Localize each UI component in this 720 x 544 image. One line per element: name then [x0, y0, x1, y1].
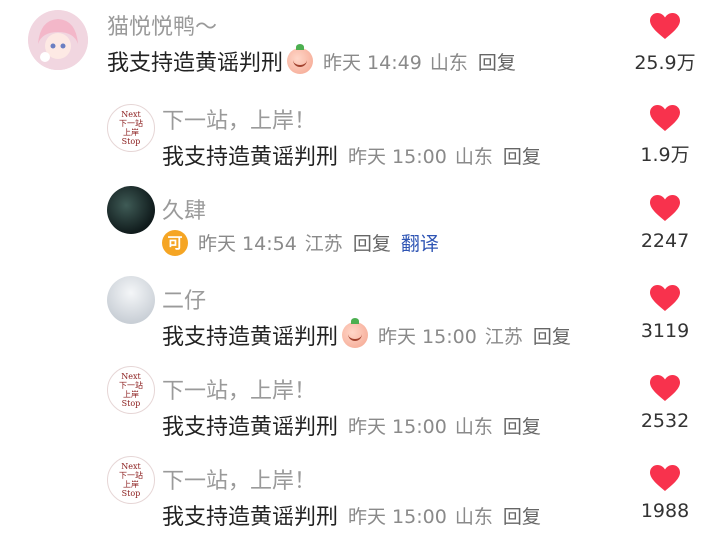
- comment-item: 二仔 我支持造黄谣判刑 昨天 15:00 江苏 回复 3119: [0, 270, 720, 360]
- comment-location: 山东: [429, 51, 468, 74]
- comment-location: 山东: [454, 505, 493, 528]
- like-button[interactable]: 3119: [610, 282, 720, 352]
- comment-text: 我支持造黄谣判刑: [162, 325, 339, 350]
- heart-icon: [650, 13, 680, 39]
- station-logo: Next 下一站 上岸 Stop: [119, 110, 143, 146]
- comment-text: 我支持造黄谣判刑: [162, 505, 339, 530]
- like-count: 1.9万: [640, 144, 690, 166]
- like-count: 1988: [640, 500, 690, 522]
- reply-button[interactable]: 回复: [353, 229, 391, 256]
- username[interactable]: 下一站，上岸！: [162, 373, 316, 405]
- station-logo: Next 下一站 上岸 Stop: [119, 372, 143, 408]
- comment-line: 我支持造黄谣判刑 昨天 15:00 山东 回复: [162, 409, 541, 441]
- comment-time: 昨天 15:00: [348, 145, 447, 168]
- heart-icon: [650, 375, 680, 401]
- comment-location: 山东: [454, 415, 493, 438]
- comment-time: 昨天 14:49: [323, 51, 422, 74]
- heart-icon: [650, 105, 680, 131]
- anime-girl-avatar-icon: [28, 10, 88, 70]
- comment-line: 可 昨天 14:54 江苏 回复 翻译: [162, 229, 439, 256]
- comment-line: 我支持造黄谣判刑 昨天 15:00 江苏 回复: [162, 318, 571, 351]
- like-button[interactable]: 25.9万: [610, 10, 720, 80]
- comment-item: 久肆 可 昨天 14:54 江苏 回复 翻译 2247: [0, 180, 720, 270]
- comment-text: 我支持造黄谣判刑: [162, 145, 339, 170]
- like-button[interactable]: 1.9万: [610, 102, 720, 172]
- heart-icon: [650, 195, 680, 221]
- comment-time: 昨天 15:00: [348, 415, 447, 438]
- username[interactable]: 久肆: [162, 193, 206, 225]
- like-count: 2532: [640, 410, 690, 432]
- comment-text: 我支持造黄谣判刑: [162, 415, 339, 440]
- like-count: 25.9万: [634, 52, 696, 74]
- reply-button[interactable]: 回复: [503, 142, 541, 169]
- station-logo: Next 下一站 上岸 Stop: [119, 462, 143, 498]
- username[interactable]: 下一站，上岸！: [162, 103, 316, 135]
- like-button[interactable]: 2532: [610, 372, 720, 442]
- heart-icon: [650, 465, 680, 491]
- comment-line: 我支持造黄谣判刑 昨天 15:00 山东 回复: [162, 499, 541, 531]
- like-count: 3119: [640, 320, 690, 342]
- peach-emoji-icon: [342, 318, 369, 348]
- username[interactable]: 二仔: [162, 283, 206, 315]
- comment-location: 江苏: [304, 233, 343, 255]
- avatar[interactable]: [107, 276, 155, 324]
- avatar[interactable]: Next 下一站 上岸 Stop: [107, 104, 155, 152]
- peach-emoji-icon: [287, 44, 314, 74]
- translate-button[interactable]: 翻译: [401, 229, 439, 256]
- comment-line: 我支持造黄谣判刑 昨天 15:00 山东 回复: [162, 139, 541, 171]
- avatar[interactable]: [107, 186, 155, 234]
- comment-text: 我支持造黄谣判刑: [107, 51, 284, 76]
- comment-time: 昨天 15:00: [348, 505, 447, 528]
- heart-icon: [650, 285, 680, 311]
- username[interactable]: 猫悦悦鸭～: [107, 9, 217, 41]
- comment-item: Next 下一站 上岸 Stop 下一站，上岸！ 我支持造黄谣判刑 昨天 15:00 …: [0, 450, 720, 544]
- comment-location: 山东: [454, 145, 493, 168]
- comment-item: Next 下一站 上岸 Stop 下一站，上岸！ 我支持造黄谣判刑 昨天 15:00 …: [0, 360, 720, 450]
- reply-button[interactable]: 回复: [478, 48, 516, 75]
- avatar[interactable]: Next 下一站 上岸 Stop: [107, 366, 155, 414]
- like-button[interactable]: 1988: [610, 462, 720, 532]
- reply-button[interactable]: 回复: [533, 322, 571, 349]
- avatar[interactable]: Next 下一站 上岸 Stop: [107, 456, 155, 504]
- comment-item: Next 下一站 上岸 Stop 下一站，上岸！ 我支持造黄谣判刑 昨天 15:00 …: [0, 90, 720, 180]
- comment-time: 昨天 15:00: [378, 325, 477, 348]
- comment-time: 昨天 14:54: [198, 233, 297, 255]
- reply-button[interactable]: 回复: [503, 412, 541, 439]
- username[interactable]: 下一站，上岸！: [162, 463, 316, 495]
- comment-item: 猫悦悦鸭～ 我支持造黄谣判刑 昨天 14:49 山东 回复 25.9万: [0, 0, 720, 90]
- like-button[interactable]: 2247: [610, 192, 720, 262]
- like-count: 2247: [640, 230, 690, 252]
- coin-badge-icon: 可: [162, 229, 188, 256]
- comment-location: 江苏: [484, 325, 523, 348]
- avatar[interactable]: [28, 10, 88, 70]
- comment-line: 我支持造黄谣判刑 昨天 14:49 山东 回复: [107, 44, 516, 77]
- reply-button[interactable]: 回复: [503, 502, 541, 529]
